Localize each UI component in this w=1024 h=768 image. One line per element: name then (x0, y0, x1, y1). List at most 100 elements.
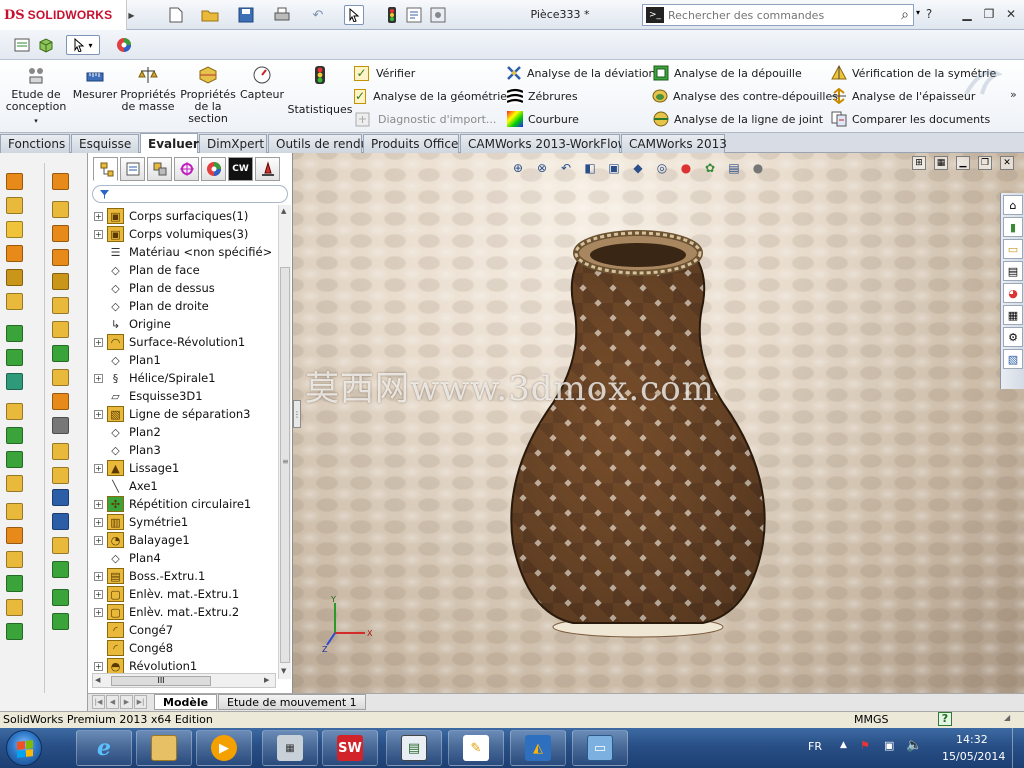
help-status-icon[interactable]: ? (938, 712, 952, 726)
sketch-tool-icon[interactable] (52, 369, 69, 386)
language-indicator[interactable]: FR (808, 740, 822, 753)
search-icon[interactable]: ⌕ (901, 7, 909, 23)
feature-tool-icon[interactable] (6, 403, 23, 420)
rebuild-icon[interactable] (382, 5, 402, 25)
solidworks-logo[interactable]: DS SOLIDWORKS (0, 0, 127, 30)
expand-plus-icon[interactable]: + (94, 499, 103, 509)
file-properties-icon[interactable] (404, 5, 424, 25)
viewport-split-icon[interactable]: ⊞ (912, 156, 926, 170)
file-explorer-icon[interactable]: ▭ (1003, 239, 1023, 259)
sketch-tool-icon[interactable] (52, 467, 69, 484)
units-selector[interactable]: MMGS (854, 713, 889, 726)
sketch-tool-icon[interactable] (52, 537, 69, 554)
tab-camworks-2013[interactable]: CAMWorks 2013 (621, 134, 727, 153)
feature-tree-item[interactable]: + ▢ Enlèv. mat.-Extru.2 (94, 603, 239, 621)
sketch-tool-icon[interactable] (52, 393, 69, 410)
feature-tree-item[interactable]: + ▣ Corps surfaciques(1) (94, 207, 248, 225)
expand-plus-icon[interactable]: + (94, 211, 103, 221)
expand-plus-icon[interactable]: + (94, 373, 103, 383)
feature-tree-item[interactable]: ◜ Congé7 (94, 621, 173, 639)
feature-tree-item[interactable]: + ◔ Balayage1 (94, 531, 190, 549)
feature-tool-icon[interactable] (6, 551, 23, 568)
expand-plus-icon[interactable]: + (94, 607, 103, 617)
network-icon[interactable]: ▣ (884, 739, 894, 752)
feature-tree-item[interactable]: ◇ Plan de droite (94, 297, 208, 315)
apply-scene-icon[interactable]: ✿ (700, 159, 720, 177)
clock-date[interactable]: 15/05/2014 (942, 750, 1005, 763)
select-pointer-icon[interactable] (344, 5, 364, 25)
sketch-tool-icon[interactable] (52, 513, 69, 530)
feature-tool-icon[interactable] (6, 197, 23, 214)
feature-tree-item[interactable]: + ▲ Lissage1 (94, 459, 179, 477)
sketch-tool-icon[interactable] (52, 321, 69, 338)
feature-tool-icon[interactable] (6, 599, 23, 616)
zoom-area-icon[interactable]: ⊗ (532, 159, 552, 177)
tab-fonctions[interactable]: Fonctions (0, 134, 70, 153)
graphics-area[interactable]: ⊕ ⊗ ↶ ◧ ▣ ◆ ◎ ● ✿ ▤ ● ⊞ ▦ ▁ ❐ ✕ 莫西网www.3… (293, 153, 1024, 693)
expand-plus-icon[interactable]: + (94, 661, 103, 671)
camworks-tasks-icon[interactable]: ⚙ (1003, 327, 1023, 347)
dropdown-icon[interactable]: ▾ (34, 115, 38, 127)
minimize-icon[interactable]: ▁ (958, 5, 976, 23)
sketch-tool-icon[interactable] (52, 561, 69, 578)
camworks-tab-icon[interactable]: CW (228, 157, 253, 181)
action-center-icon[interactable]: ⚑ (860, 739, 870, 752)
feature-tree-item[interactable]: ◇ Plan4 (94, 549, 161, 567)
feature-tree-item[interactable]: ▱ Esquisse3D1 (94, 387, 202, 405)
volume-icon[interactable]: 🔈 (906, 738, 922, 753)
curvature-button[interactable]: Courbure (506, 109, 648, 129)
viewport-minimize-icon[interactable]: ▁ (956, 156, 970, 170)
expand-plus-icon[interactable]: + (94, 229, 103, 239)
clock-time[interactable]: 14:32 (956, 733, 988, 746)
feature-tree-item[interactable]: + § Hélice/Spirale1 (94, 369, 216, 387)
dimxpert-manager-tab-icon[interactable] (174, 157, 199, 181)
feature-tree-item[interactable]: ╲ Axe1 (94, 477, 158, 495)
tab-dimxpert[interactable]: DimXpert (199, 134, 267, 153)
appearances-scenes-icon[interactable]: ◕ (1003, 283, 1023, 303)
zebra-stripes-button[interactable]: Zébrures (506, 86, 648, 106)
expand-plus-icon[interactable]: + (94, 589, 103, 599)
view-palette-icon[interactable]: ▤ (1003, 261, 1023, 281)
view-settings-icon[interactable]: ▤ (724, 159, 744, 177)
sketch-tool-icon[interactable] (52, 225, 69, 242)
taskbar-explorer-button[interactable] (136, 730, 192, 766)
feature-tree-item[interactable]: ☰ Matériau <non spécifié> (94, 243, 273, 261)
open-folder-icon[interactable] (200, 5, 220, 25)
tab-produits-office[interactable]: Produits Office (363, 134, 459, 153)
first-tab-icon[interactable]: |◀ (92, 695, 105, 709)
custom-properties-icon[interactable]: ▦ (1003, 305, 1023, 325)
select-filter-button[interactable]: ▾ (66, 35, 100, 55)
design-library-icon[interactable]: ▮ (1003, 217, 1023, 237)
feature-tree-item[interactable]: + ▧ Ligne de séparation3 (94, 405, 251, 423)
last-tab-icon[interactable]: ▶| (134, 695, 147, 709)
feature-tool-icon[interactable] (6, 293, 23, 310)
logo-menu-arrow-icon[interactable]: ▶ (127, 0, 136, 30)
sketch-tool-icon[interactable] (52, 345, 69, 362)
sketch-tool-icon[interactable] (52, 489, 69, 506)
feature-tool-icon[interactable] (6, 427, 23, 444)
scroll-up-icon[interactable]: ▲ (281, 207, 286, 215)
tab-esquisse[interactable]: Esquisse (71, 134, 139, 153)
zoom-to-fit-icon[interactable]: ⊕ (508, 159, 528, 177)
sketch-tool-icon[interactable] (52, 417, 69, 434)
viewport-close-icon[interactable]: ✕ (1000, 156, 1014, 170)
show-desktop-button[interactable] (1012, 728, 1024, 768)
taskbar-calculator-button[interactable]: ▦ (262, 730, 318, 766)
compare-documents-button[interactable]: Comparer les documents (830, 109, 1000, 129)
feature-tool-icon[interactable] (6, 575, 23, 592)
feature-tree-item[interactable]: ◇ Plan de face (94, 261, 199, 279)
close-icon[interactable]: ✕ (1002, 5, 1020, 23)
feature-tree-item[interactable]: ◇ Plan2 (94, 423, 161, 441)
sketch-tool-icon[interactable] (52, 173, 69, 190)
realview-icon[interactable]: ● (748, 159, 768, 177)
expand-plus-icon[interactable]: + (94, 463, 103, 473)
horizontal-scroll-thumb[interactable]: III (111, 676, 211, 686)
previous-view-icon[interactable]: ↶ (556, 159, 576, 177)
tab-camworks-2013-workflow[interactable]: CAMWorks 2013-WorkFlow (460, 134, 628, 153)
configuration-manager-tab-icon[interactable] (147, 157, 172, 181)
check-button[interactable]: ✓ Vérifier (354, 63, 502, 83)
command-manager-more-icon[interactable]: » (1010, 88, 1017, 101)
feature-tool-icon[interactable] (6, 269, 23, 286)
feature-tree-item[interactable]: + ▢ Enlèv. mat.-Extru.1 (94, 585, 239, 603)
feature-tree-tab-icon[interactable] (93, 157, 118, 181)
